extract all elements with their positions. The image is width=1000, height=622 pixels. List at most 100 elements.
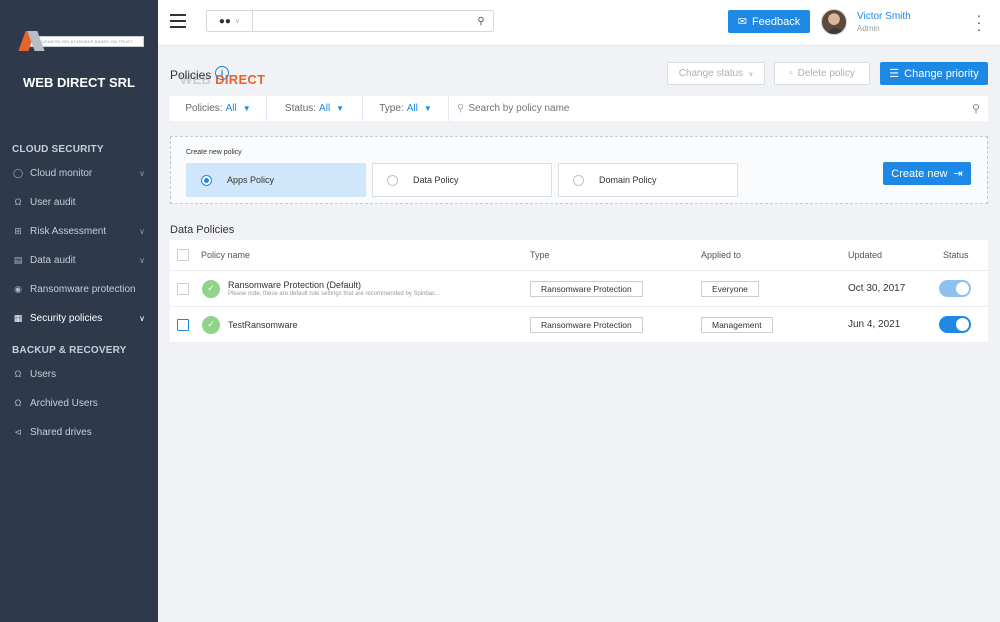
- sidebar-item-data-audit[interactable]: ▤ Data audit ∨: [0, 247, 158, 273]
- sidebar-item-ransomware-protection[interactable]: ◉ Ransomware protection: [0, 276, 158, 302]
- search-icon: ⚲: [457, 103, 465, 114]
- column-status[interactable]: Status: [943, 240, 969, 270]
- policy-search: ⚲ ⚲: [449, 96, 988, 121]
- apps-policy-label: Apps Policy: [227, 175, 275, 185]
- sidebar-item-security-policies[interactable]: ▦ Security policies ∨: [0, 305, 158, 331]
- global-search: ●● ∨ ⚲: [206, 10, 494, 32]
- search-icon[interactable]: ⚲: [964, 102, 988, 115]
- change-status-label: Change status: [678, 68, 744, 79]
- filter-bar: Policies: All ▼ Status: All ▼ Type: All …: [170, 96, 988, 121]
- updated-date: Oct 30, 2017: [848, 283, 906, 294]
- user-icon: Ω: [14, 197, 22, 207]
- sidebar-item-cloud-monitor[interactable]: ◯ Cloud monitor ∨: [0, 160, 158, 186]
- company-name: WEB DIRECT SRL: [23, 75, 135, 90]
- scope-selector[interactable]: ●● ∨: [207, 11, 253, 31]
- policy-type-tag: Ransomware Protection: [530, 316, 643, 333]
- create-new-label: Create new: [891, 167, 948, 180]
- share-icon: ⊲: [14, 426, 22, 437]
- page-title: Policies: [170, 68, 212, 82]
- policy-name[interactable]: TestRansomware: [228, 320, 298, 330]
- domain-policy-option[interactable]: Domain Policy: [558, 163, 738, 197]
- sidebar-item-user-audit[interactable]: Ω User audit: [0, 189, 158, 215]
- type-filter-value: All: [406, 103, 418, 114]
- sidebar-item-users[interactable]: Ω Users: [0, 361, 158, 387]
- status-toggle[interactable]: [939, 280, 971, 297]
- type-filter[interactable]: Type: All ▼: [363, 96, 449, 121]
- menu-icon[interactable]: [170, 14, 186, 28]
- data-policy-label: Data Policy: [413, 175, 459, 185]
- status-filter-label: Status:: [284, 103, 317, 114]
- policy-search-input[interactable]: [468, 103, 964, 114]
- column-updated[interactable]: Updated: [848, 240, 882, 270]
- sidebar-item-label: Shared drives: [30, 426, 92, 438]
- policies-filter-label: Policies:: [185, 103, 223, 114]
- shield-check-icon: ✓: [202, 315, 220, 334]
- table-row[interactable]: ✓ Ransomware Protection (Default) Please…: [170, 271, 988, 307]
- row-checkbox[interactable]: [177, 318, 189, 331]
- data-policies-heading: Data Policies: [170, 224, 235, 236]
- sidebar-item-risk-assessment[interactable]: ⊞ Risk Assessment ∨: [0, 218, 158, 244]
- domain-policy-label: Domain Policy: [599, 175, 657, 185]
- table-header: Policy name Type Applied to Updated Stat…: [170, 240, 988, 271]
- feedback-label: Feedback: [751, 15, 801, 28]
- chevron-down-icon: ∨: [139, 168, 145, 178]
- applied-to-tag: Management: [701, 316, 773, 333]
- document-icon: ▤: [13, 254, 23, 265]
- sidebar-item-label: Ransomware protection: [30, 283, 136, 295]
- chevron-down-icon: ∨: [748, 70, 754, 78]
- main-content: Policies i Change status ∨ ▫ Delete poli…: [158, 47, 1000, 622]
- sidebar-item-label: Risk Assessment: [30, 225, 107, 237]
- radio-icon: [573, 174, 584, 186]
- trash-icon: ▫: [789, 68, 793, 79]
- change-priority-button[interactable]: ☰ Change priority: [880, 62, 988, 85]
- user-role: Admin: [857, 24, 880, 33]
- search-icon[interactable]: ⚲: [469, 16, 493, 27]
- policy-name[interactable]: Ransomware Protection (Default): [228, 280, 440, 290]
- globe-icon: ◯: [12, 167, 24, 178]
- select-all-checkbox[interactable]: [177, 249, 189, 261]
- status-filter-value: All: [319, 103, 331, 114]
- column-type[interactable]: Type: [530, 240, 550, 270]
- status-toggle[interactable]: [939, 316, 971, 333]
- type-filter-label: Type:: [379, 103, 404, 114]
- chevron-down-icon: ∨: [139, 255, 145, 265]
- mail-icon: ✉: [737, 16, 747, 28]
- chevron-down-icon: ∨: [139, 226, 145, 236]
- sidebar-item-label: Users: [30, 368, 57, 380]
- more-options-icon[interactable]: · · ·: [976, 8, 982, 36]
- sidebar-item-label: Archived Users: [30, 397, 98, 409]
- sidebar: WEB DIRECT BUSINESS RELATIONSHIP BASED O…: [0, 0, 265, 622]
- section-title-cloud-security: CLOUD SECURITY: [12, 144, 104, 155]
- column-applied-to[interactable]: Applied to: [701, 240, 741, 270]
- web-direct-logo: WEB DIRECT BUSINESS RELATIONSHIP BASED O…: [18, 25, 265, 87]
- radio-selected-icon: [201, 174, 212, 186]
- create-new-button[interactable]: Create new ⇥: [883, 162, 971, 185]
- sidebar-item-label: User audit: [30, 196, 76, 208]
- delete-policy-button[interactable]: ▫ Delete policy: [774, 62, 870, 85]
- row-checkbox[interactable]: [177, 282, 189, 295]
- feedback-button[interactable]: ✉ Feedback: [728, 10, 810, 33]
- list-icon: ☰: [889, 68, 900, 80]
- data-policy-option[interactable]: Data Policy: [372, 163, 552, 197]
- sidebar-item-archived-users[interactable]: Ω Archived Users: [0, 390, 158, 416]
- users-icon: ●●: [218, 15, 231, 27]
- topbar: ●● ∨ ⚲ ✉ Feedback Victor Smith Admin · · ·: [158, 0, 1000, 46]
- table-row[interactable]: ✓ TestRansomware Ransomware Protection M…: [170, 307, 988, 343]
- apps-policy-option[interactable]: Apps Policy: [186, 163, 366, 197]
- column-policy-name[interactable]: Policy name: [201, 240, 250, 270]
- chevron-down-icon: ∨: [139, 313, 145, 323]
- info-icon[interactable]: i: [215, 66, 229, 80]
- avatar[interactable]: [821, 9, 847, 35]
- status-filter[interactable]: Status: All ▼: [267, 96, 363, 121]
- global-search-input[interactable]: [253, 11, 469, 31]
- updated-date: Jun 4, 2021: [848, 319, 901, 330]
- user-name[interactable]: Victor Smith: [857, 11, 911, 22]
- policy-type-tag: Ransomware Protection: [530, 280, 643, 297]
- sidebar-item-shared-drives[interactable]: ⊲ Shared drives: [0, 419, 158, 445]
- change-status-button[interactable]: Change status ∨: [667, 62, 765, 85]
- delete-policy-label: Delete policy: [797, 68, 855, 79]
- create-policy-panel: Create new policy Apps Policy Data Polic…: [170, 136, 988, 204]
- policies-filter[interactable]: Policies: All ▼: [170, 96, 267, 121]
- sidebar-item-label: Cloud monitor: [30, 167, 93, 179]
- applied-to-tag: Everyone: [701, 280, 759, 297]
